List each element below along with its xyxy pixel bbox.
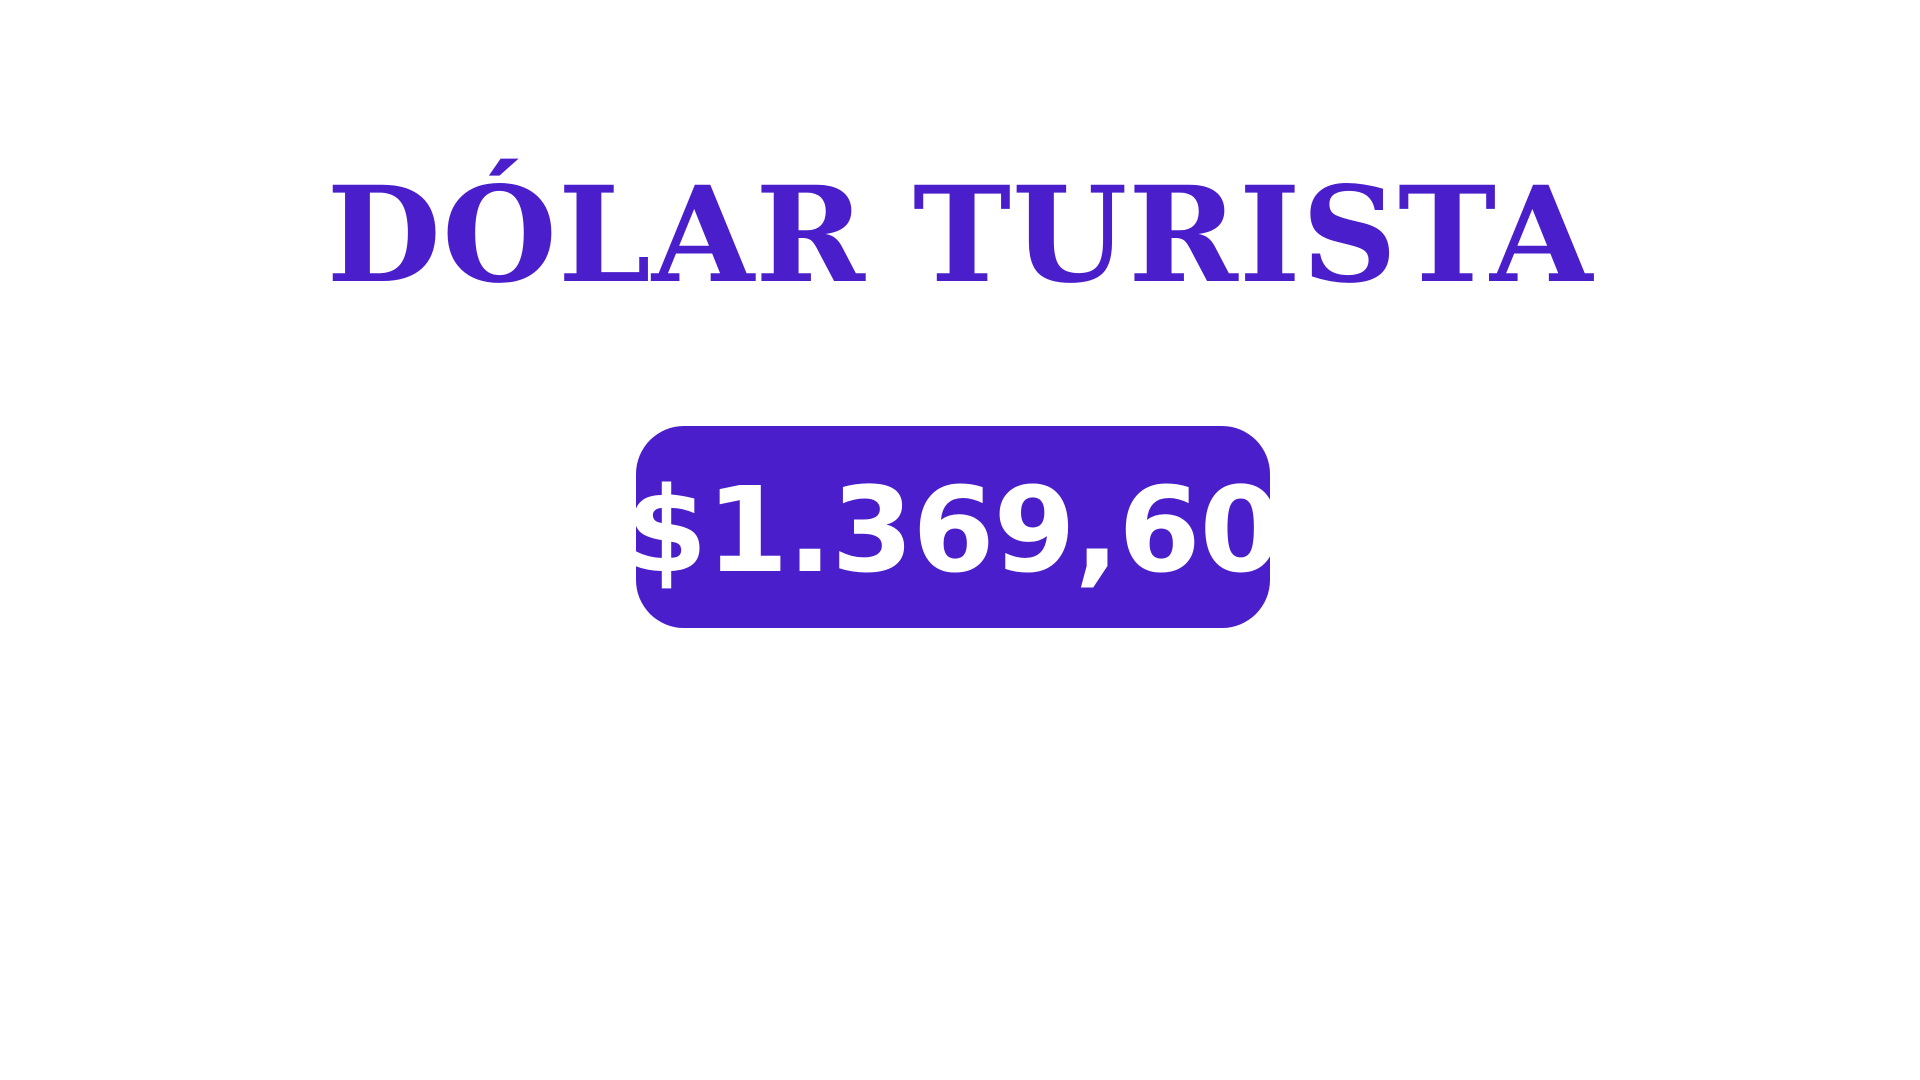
price-badge: $1.369,60 (625, 426, 1282, 628)
page-title: DÓLAR TURISTA (326, 158, 1594, 313)
price-value: $1.369,60 (625, 461, 1281, 599)
